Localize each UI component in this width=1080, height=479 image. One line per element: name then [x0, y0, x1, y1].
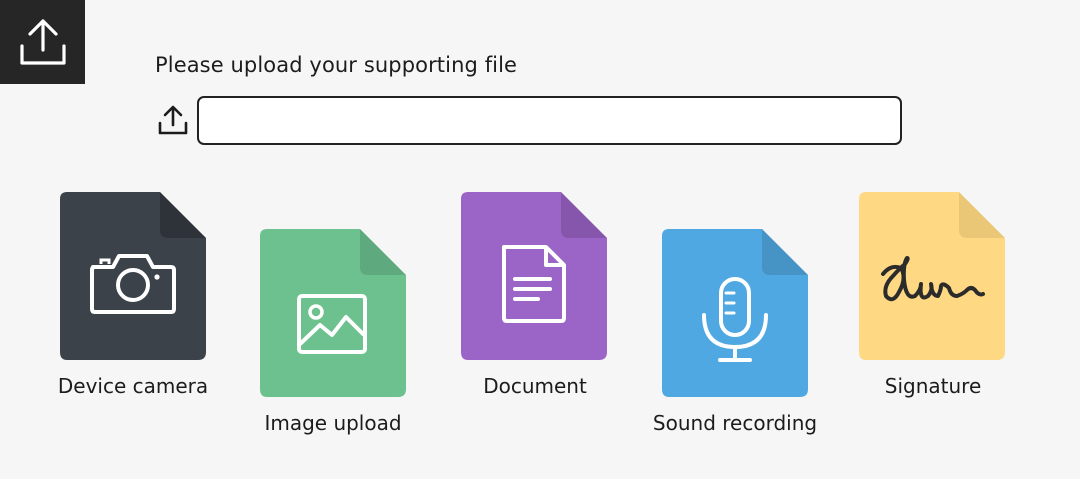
file-upload-field[interactable] — [197, 96, 902, 145]
image-upload-label: Image upload — [264, 411, 402, 435]
signature-icon — [881, 256, 985, 302]
upload-badge[interactable] — [0, 0, 85, 84]
device-camera-tile[interactable] — [60, 192, 206, 360]
document-tile[interactable] — [461, 192, 607, 360]
upload-icon — [19, 19, 66, 65]
upload-prompt: Please upload your supporting file — [155, 53, 518, 77]
signature-tile[interactable] — [859, 192, 1005, 360]
signature-label: Signature — [884, 374, 982, 398]
camera-icon — [90, 254, 176, 314]
sound-recording-label: Sound recording — [652, 411, 818, 435]
image-icon — [297, 294, 367, 354]
image-upload-tile[interactable] — [260, 229, 406, 397]
microphone-icon — [702, 277, 768, 362]
device-camera-label: Device camera — [57, 374, 209, 398]
sound-recording-tile[interactable] — [662, 229, 808, 397]
document-label: Document — [483, 374, 587, 398]
upload-field-icon[interactable] — [157, 104, 189, 136]
document-icon — [502, 245, 566, 323]
